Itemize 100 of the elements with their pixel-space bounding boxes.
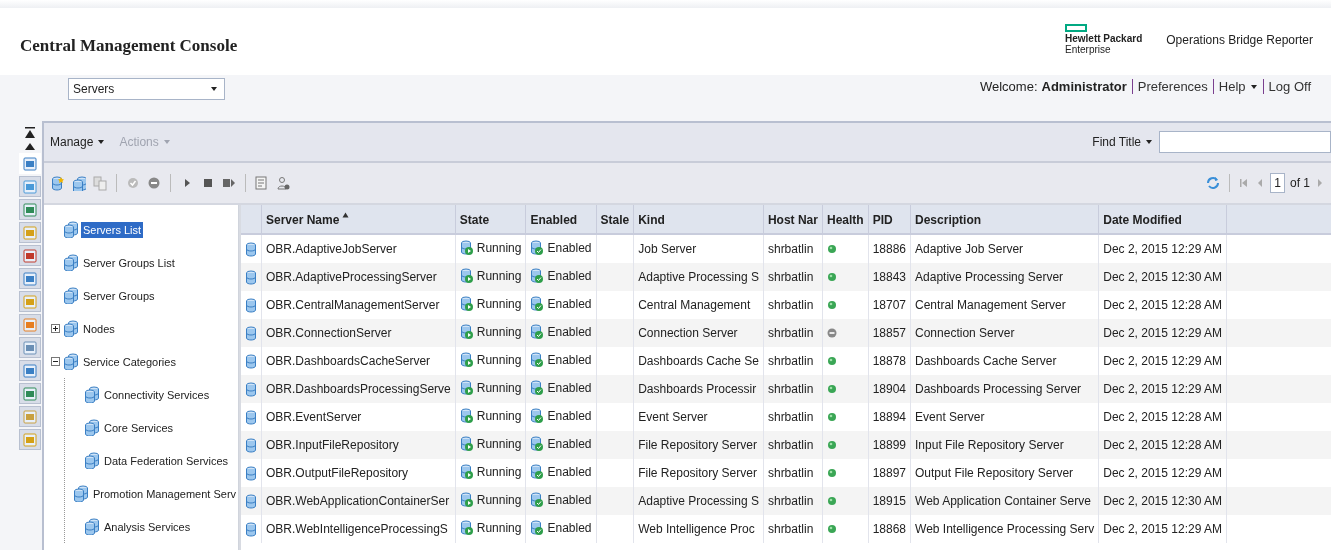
column-header[interactable]: Health [822,205,869,234]
side-tab[interactable] [19,314,41,335]
tree-item[interactable]: Server Groups List [81,254,177,271]
state-cell: Running [459,435,522,452]
next-page-button[interactable] [1315,176,1325,190]
expand-toggle-icon[interactable] [51,324,60,333]
table-cell: OBR.ConnectionServer [261,319,456,347]
server-group-button[interactable] [71,174,87,192]
new-server-button[interactable] [50,174,66,192]
tree-item[interactable]: Core Services [102,419,176,436]
menu-dropdown[interactable]: Manage [50,135,106,149]
service-icon [84,452,100,469]
user-button[interactable] [275,174,291,192]
enabled-server-icon [530,491,545,508]
enabled-cell: Enabled [530,435,592,452]
table-cell: shrbatlin [763,515,823,543]
database-icon [245,353,257,369]
enabled-server-icon [530,351,545,368]
side-tab[interactable] [19,268,41,289]
panel-icon [23,409,37,424]
table-cell: Adaptive Processing S [633,263,764,291]
state-cell: Running [459,407,522,424]
panel-icon [23,225,37,240]
header-link[interactable]: Preferences [1137,79,1208,94]
side-tab[interactable] [19,176,41,197]
help-menu[interactable]: Help [1218,79,1258,94]
enabled-cell: Enabled [530,519,592,536]
table-cell: 18868 [868,515,911,543]
next-page-icon [1316,177,1324,189]
column-header[interactable]: State [455,205,526,234]
tree-item[interactable]: Connectivity Services [102,386,212,403]
running-server-icon [459,351,474,368]
side-tab[interactable] [19,406,41,427]
caret-icon [97,138,106,146]
service-icon [73,485,89,502]
page-number-field[interactable]: 1 [1270,173,1285,193]
column-header[interactable]: Server Name [261,205,456,234]
side-tab[interactable] [19,429,41,450]
table-cell: shrbatlin [763,431,823,459]
tree-item[interactable]: Analysis Services [102,518,193,535]
refresh-icon [1206,176,1221,190]
column-header[interactable]: Host Nar [763,205,823,234]
table-cell: Adaptive Processing S [633,487,764,515]
table-cell: OBR.DashboardsProcessingServe [261,375,456,403]
enabled-cell: Enabled [530,323,592,340]
side-tab[interactable] [19,245,41,266]
enabled-cell: Enabled [530,239,592,256]
caret-icon [162,138,171,146]
column-header[interactable]: Stale [596,205,634,234]
running-server-icon [459,295,474,312]
enabled-server-icon [530,295,545,312]
page-total: of 1 [1290,176,1310,190]
database-icon [245,297,257,313]
tree-item[interactable]: Data Federation Services [102,452,231,469]
enabled-server-icon [530,519,545,536]
tree-item[interactable]: Nodes [81,320,117,337]
properties-icon [255,175,269,191]
collapse-toggle-icon[interactable] [51,357,60,366]
area-dropdown[interactable]: Servers [68,78,225,100]
find-title-field[interactable] [1159,131,1331,153]
table-cell: Dec 2, 2015 12:30 AM [1098,263,1227,291]
enabled-server-icon [530,379,545,396]
side-tab[interactable] [19,222,41,243]
header-link[interactable]: Log Off [1268,79,1311,94]
service-icon [84,386,100,403]
running-server-icon [459,519,474,536]
column-header[interactable]: Date Modified [1098,205,1227,234]
properties-button[interactable] [254,174,270,192]
refresh-button[interactable] [1205,175,1222,191]
table-cell: Web Application Container Serve [910,487,1099,515]
enabled-server-icon [530,407,545,424]
collapse-top-icon[interactable] [24,127,36,139]
side-tab[interactable] [19,291,41,312]
table-cell: shrbatlin [763,319,823,347]
minus-circle-icon [147,175,161,191]
tree-item[interactable]: Service Categories [81,353,178,370]
side-tab[interactable] [19,337,41,358]
side-tab[interactable] [19,360,41,381]
server-group-icon [72,175,86,191]
panel-icon [23,202,37,217]
collapse-up-icon[interactable] [24,141,36,151]
state-cell: Running [459,491,522,508]
running-server-icon [459,323,474,340]
panel-icon [23,386,37,401]
tree-item[interactable]: Server Groups [81,287,157,304]
side-tab[interactable] [19,199,41,220]
find-title-dropdown[interactable]: Find Title [1092,135,1153,149]
column-header[interactable]: Description [910,205,1099,234]
tree-item[interactable]: Promotion Management Serv [91,485,238,502]
previous-page-icon [1256,177,1265,189]
panel-icon [23,156,37,171]
column-header[interactable]: PID [868,205,911,234]
side-tab[interactable] [19,383,41,404]
database-icon [245,325,257,341]
table-cell: 18904 [868,375,911,403]
database-icon [245,521,257,537]
tree-item[interactable]: Servers List [81,221,144,238]
user-name: Administrator [1041,79,1127,94]
column-header[interactable]: Kind [633,205,764,234]
column-header[interactable]: Enabled [525,205,596,234]
